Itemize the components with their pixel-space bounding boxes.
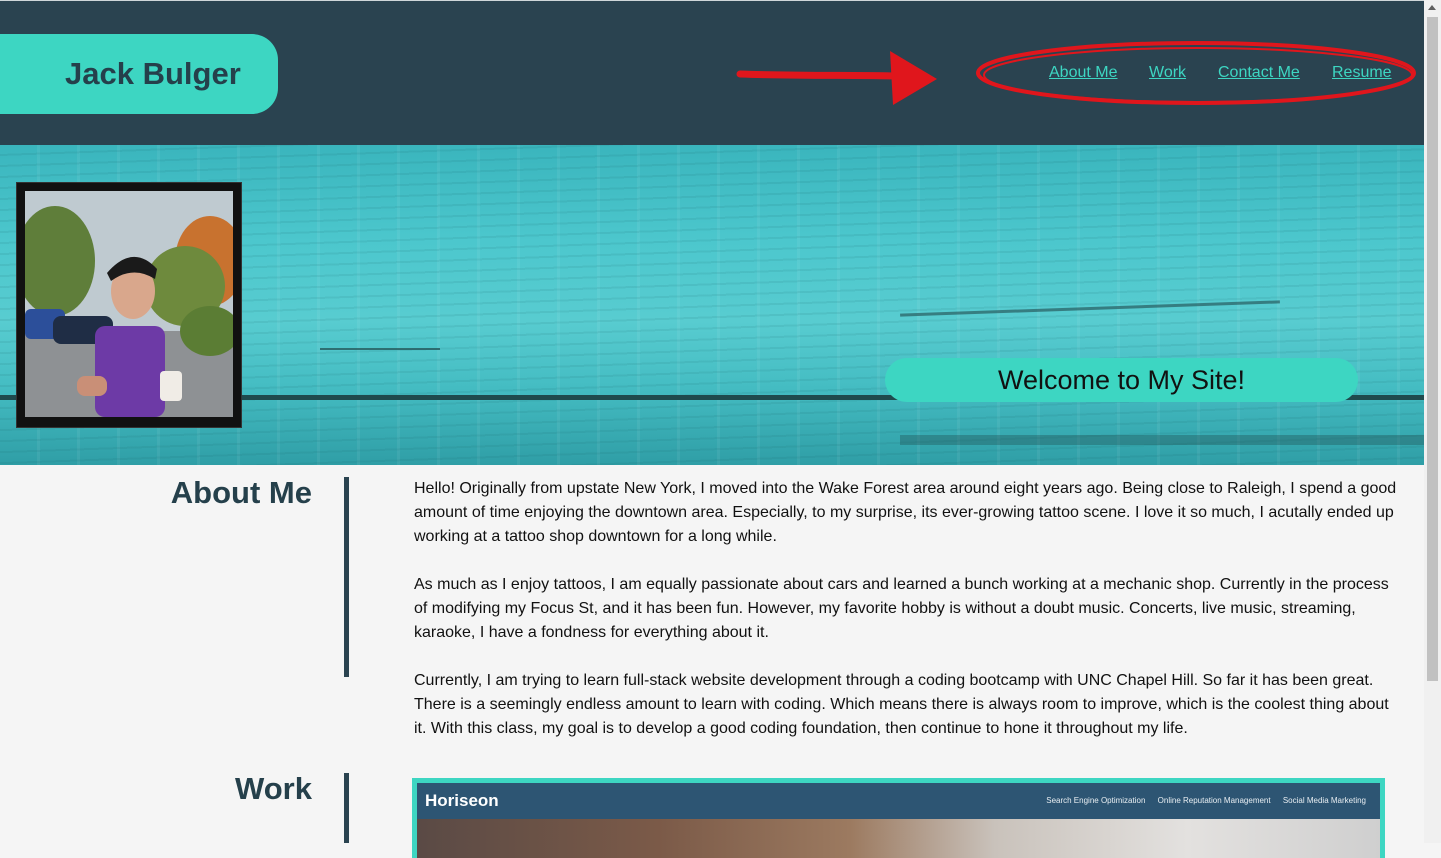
work-preview-link: Social Media Marketing: [1282, 796, 1366, 805]
annotation-overlay: [736, 41, 1416, 105]
work-preview-link: Online Reputation Management: [1157, 796, 1271, 805]
profile-photo-frame: [17, 183, 241, 427]
nav-link-about-me[interactable]: About Me: [1049, 64, 1117, 82]
scroll-up-arrow-icon[interactable]: [1428, 5, 1436, 10]
nav-link-resume[interactable]: Resume: [1332, 64, 1392, 82]
wood-crack: [900, 435, 1424, 445]
site-header: Jack Bulger About Me Work Contact Me Res…: [0, 0, 1424, 146]
work-preview-image: [417, 819, 1380, 858]
about-divider: [344, 477, 349, 677]
hero-banner: Welcome to My Site!: [0, 145, 1424, 465]
about-body: Hello! Originally from upstate New York,…: [414, 477, 1404, 765]
work-divider: [344, 773, 349, 843]
work-preview-nav: Search Engine Optimization Online Reputa…: [1036, 796, 1366, 805]
about-paragraph: Currently, I am trying to learn full-sta…: [414, 672, 1389, 737]
scroll-thumb[interactable]: [1427, 17, 1438, 681]
nav-link-contact-me[interactable]: Contact Me: [1218, 64, 1300, 82]
work-screenshot: Horiseon Search Engine Optimization Onli…: [417, 783, 1380, 858]
work-preview-brand: Horiseon: [425, 791, 499, 810]
work-heading: Work: [235, 771, 312, 806]
work-preview-link: Search Engine Optimization: [1046, 796, 1146, 805]
annotation-arrow-shaft: [736, 70, 899, 80]
wood-crack: [320, 348, 440, 350]
vertical-scrollbar[interactable]: [1424, 0, 1441, 843]
profile-photo: [25, 191, 233, 417]
work-preview-header: Horiseon Search Engine Optimization Onli…: [417, 783, 1380, 819]
about-heading: About Me: [170, 475, 312, 510]
welcome-banner: Welcome to My Site!: [885, 358, 1358, 402]
nav-link-work[interactable]: Work: [1149, 64, 1186, 82]
about-paragraph: As much as I enjoy tattoos, I am equally…: [414, 576, 1389, 641]
about-paragraph: Hello! Originally from upstate New York,…: [414, 480, 1397, 545]
wood-crack: [900, 300, 1280, 317]
work-project-card[interactable]: Horiseon Search Engine Optimization Onli…: [412, 778, 1385, 858]
annotation-arrow-head: [890, 51, 937, 105]
